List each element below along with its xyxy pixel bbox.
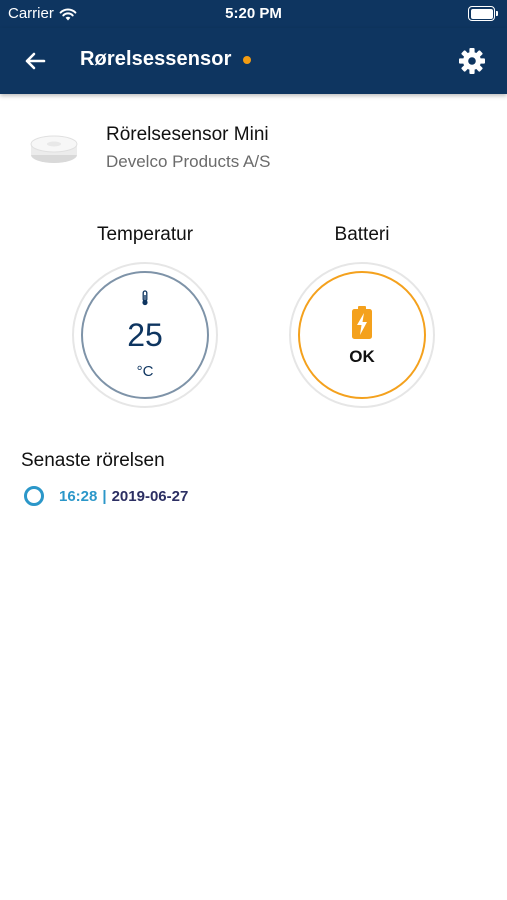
- motion-date: 2019-06-27: [111, 487, 189, 505]
- motion-time: 16:28: [59, 487, 98, 505]
- last-motion-title: Senaste rörelsen: [21, 450, 165, 471]
- last-motion-entry: 16:28 | 2019-06-27: [24, 484, 188, 508]
- arrow-left-icon[interactable]: [20, 46, 50, 76]
- battery-gauge: OK: [289, 262, 435, 408]
- battery-status: OK: [349, 347, 375, 366]
- battery-status-icon: [468, 6, 498, 21]
- status-bar: Carrier 5:20 PM: [0, 0, 507, 28]
- gear-icon[interactable]: [457, 46, 487, 76]
- nav-bar: Rørelsessensor: [0, 28, 507, 94]
- temperature-label: Temperatur: [96, 224, 194, 245]
- battery-label: Batteri: [334, 224, 390, 245]
- temperature-unit: °C: [136, 363, 154, 380]
- device-vendor: Develco Products A/S: [106, 152, 271, 171]
- temperature-value: 25: [127, 317, 163, 353]
- status-indicator-dot: [243, 56, 251, 64]
- motion-ring-icon: [24, 486, 44, 506]
- battery-charging-icon: [352, 306, 372, 339]
- motion-separator: |: [102, 487, 107, 505]
- status-time: 5:20 PM: [225, 5, 282, 22]
- temperature-gauge: 25 °C: [72, 262, 218, 408]
- thermometer-icon: [142, 290, 148, 306]
- page-title: Rørelsessensor: [80, 48, 232, 70]
- device-name: Rörelsesensor Mini: [106, 124, 269, 145]
- device-image: [30, 135, 78, 163]
- device-info: Rörelsesensor Mini Develco Products A/S: [0, 110, 507, 190]
